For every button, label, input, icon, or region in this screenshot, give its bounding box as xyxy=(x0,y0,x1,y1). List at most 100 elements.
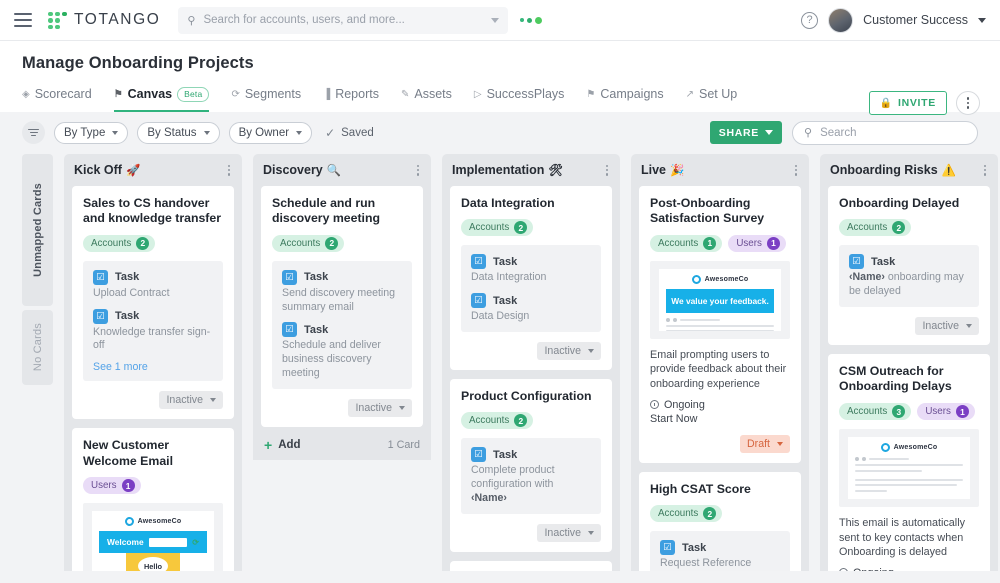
global-search-input[interactable]: ⚲ Search for accounts, users, and more..… xyxy=(178,6,509,34)
board-card[interactable]: High CSAT Score Accounts 2 ☑ Task Request Ref… xyxy=(639,471,801,571)
card-footer: Inactive xyxy=(461,523,601,542)
badge-users[interactable]: Users 1 xyxy=(728,234,786,252)
invite-button[interactable]: 🔒 INVITE xyxy=(868,91,947,115)
filter-by-owner-dropdown[interactable]: By Owner xyxy=(228,121,313,144)
card-status-dropdown[interactable]: Inactive xyxy=(159,391,223,410)
card-status-dropdown[interactable]: Inactive xyxy=(537,341,601,360)
board-card[interactable]: Sales to CS handover and knowledge trans… xyxy=(72,185,234,420)
tab-segments[interactable]: ⟳ Segments xyxy=(231,87,301,112)
email-brand-logo: AwesomeCo xyxy=(855,443,963,453)
badge-accounts[interactable]: Accounts 2 xyxy=(461,219,534,237)
board-card[interactable]: Data Integration Accounts 2 ☑ Task Data Integ… xyxy=(450,185,612,370)
task-checkbox-icon: ☑ xyxy=(471,293,486,309)
card-schedule-label: Ongoing xyxy=(853,567,894,571)
card-task-list: ☑ Task Upload Contract ☑ Task Knowledge trans… xyxy=(83,260,223,382)
no-cards-strip[interactable]: No Cards xyxy=(22,309,53,385)
filter-icon[interactable] xyxy=(22,121,45,144)
gear-icon xyxy=(691,274,701,284)
badge-label: Users xyxy=(91,480,117,492)
task-item[interactable]: ☑ Task Knowledge transfer sign-off xyxy=(93,308,213,354)
tab-assets[interactable]: ✎ Assets xyxy=(401,87,452,112)
board-card[interactable]: CSM Outreach for Onboarding Delays Accoun… xyxy=(828,353,990,571)
filter-by-type-dropdown[interactable]: By Type xyxy=(54,121,129,144)
board-card[interactable]: Schedule and run discovery meeting Accoun… xyxy=(261,185,423,427)
brand-logo[interactable]: TOTANGO xyxy=(48,11,160,29)
badge-users[interactable]: Users 1 xyxy=(917,403,975,421)
task-item[interactable]: ☑ Task Schedule and deliver business disco… xyxy=(282,322,402,380)
column-more-options-button[interactable] xyxy=(982,163,988,178)
column-more-options-button[interactable] xyxy=(415,163,421,178)
card-status-dropdown[interactable]: Inactive xyxy=(537,523,601,542)
column-more-options-button[interactable] xyxy=(226,163,232,178)
badge-accounts[interactable]: Accounts 2 xyxy=(83,234,156,252)
chevron-down-icon xyxy=(588,348,594,353)
tab-set-up[interactable]: ↗ Set Up xyxy=(686,87,738,112)
task-item[interactable]: ☑ Task Data Design xyxy=(471,293,591,324)
help-icon[interactable]: ? xyxy=(801,11,819,29)
tab-icon: ▷ xyxy=(473,88,482,100)
search-icon: ⚲ xyxy=(187,14,196,27)
tab-scorecard[interactable]: ◈ Scorecard xyxy=(22,87,92,112)
board-card[interactable]: Product Configuration Accounts 2 ☑ Task Compl… xyxy=(450,378,612,552)
tab-icon: ✎ xyxy=(400,88,410,100)
board-card[interactable]: New Customer Welcome Email Users 1 AwesomeC… xyxy=(72,428,234,571)
task-item[interactable]: ☑ Task Upload Contract xyxy=(93,269,213,301)
column-title-text: Onboarding Risks xyxy=(830,163,938,178)
task-type-label: Task xyxy=(304,271,329,284)
task-item[interactable]: ☑ Task Complete product configuration with… xyxy=(471,447,591,505)
board-card[interactable]: Onboarding Delayed Accounts 2 ☑ Task ‹Name› o… xyxy=(828,185,990,345)
card-footer: Inactive xyxy=(839,316,979,335)
badge-accounts[interactable]: Accounts 3 xyxy=(839,403,912,421)
see-more-link[interactable]: See 1 more xyxy=(93,361,213,373)
user-menu-chevron-down-icon[interactable] xyxy=(978,17,986,23)
tab-reports[interactable]: ▐ Reports xyxy=(323,87,379,112)
task-item[interactable]: ☑ Task Send discovery meeting summary emai… xyxy=(282,269,402,315)
badge-accounts[interactable]: Accounts 1 xyxy=(650,234,723,252)
task-header: ☑ Task xyxy=(471,254,591,270)
column-footer: + Add 1 Card xyxy=(261,436,423,460)
board-card[interactable]: Training & UATAccounts2☑Task xyxy=(450,560,612,571)
column-more-options-button[interactable] xyxy=(604,163,610,178)
task-item[interactable]: ☑ Task Data Integration xyxy=(471,254,591,285)
board-column-onboarding-risks: Onboarding Risks ⚠️ Onboarding Delayed Acco… xyxy=(820,153,998,571)
badge-accounts[interactable]: Accounts 2 xyxy=(461,412,534,430)
card-title: Product Configuration xyxy=(461,388,592,403)
unmapped-cards-strip[interactable]: Unmapped Cards xyxy=(22,153,53,306)
hamburger-menu-icon[interactable] xyxy=(14,13,32,27)
board-card[interactable]: Post-Onboarding Satisfaction Survey Accou… xyxy=(639,185,801,463)
tab-campaigns[interactable]: ⚑ Campaigns xyxy=(586,87,663,112)
task-type-label: Task xyxy=(115,310,140,323)
task-item[interactable]: ☑ Task ‹Name› onboarding may be delayed xyxy=(849,254,969,299)
task-description: Request Reference xyxy=(660,557,780,570)
avatar[interactable] xyxy=(828,7,854,33)
badge-count: 2 xyxy=(892,221,906,235)
task-description: Data Integration xyxy=(471,271,591,285)
badge-accounts[interactable]: Accounts 2 xyxy=(839,219,912,237)
email-brand-logo: AwesomeCo xyxy=(666,274,774,284)
filter-by-status-dropdown[interactable]: By Status xyxy=(137,121,220,144)
badge-users[interactable]: Users 1 xyxy=(83,477,141,495)
card-footer: Inactive xyxy=(461,341,601,360)
tab-canvas[interactable]: ⚑ Canvas Beta xyxy=(113,87,210,112)
tab-successplays[interactable]: ▷ SuccessPlays xyxy=(474,87,565,112)
badge-label: Accounts xyxy=(469,222,510,234)
add-card-button[interactable]: + Add xyxy=(264,438,301,452)
badge-accounts[interactable]: Accounts 2 xyxy=(272,234,345,252)
column-more-options-button[interactable] xyxy=(793,163,799,178)
canvas-search-input[interactable]: ⚲ Search xyxy=(792,120,978,145)
task-checkbox-icon: ☑ xyxy=(660,540,675,556)
task-description-text: Send discovery meeting summary email xyxy=(282,286,396,313)
column-emoji-icon: 🔍 xyxy=(326,165,342,178)
column-title: Live 🎉 xyxy=(641,163,684,177)
card-status-dropdown[interactable]: Inactive xyxy=(348,398,412,417)
card-status-dropdown[interactable]: Inactive xyxy=(915,316,979,335)
card-description: Email prompting users to provide feedbac… xyxy=(650,348,787,391)
share-button[interactable]: SHARE xyxy=(709,121,782,144)
chevron-down-icon[interactable] xyxy=(491,17,500,23)
email-name-placeholder xyxy=(148,537,188,547)
board-column-kick-off: Kick Off 🚀 Sales to CS handover and knowle… xyxy=(64,153,242,571)
task-item[interactable]: ☑ Task Request Reference xyxy=(660,540,780,570)
page-more-options-button[interactable] xyxy=(956,91,980,115)
card-status-dropdown[interactable]: Draft xyxy=(740,434,790,453)
badge-accounts[interactable]: Accounts 2 xyxy=(650,505,723,523)
